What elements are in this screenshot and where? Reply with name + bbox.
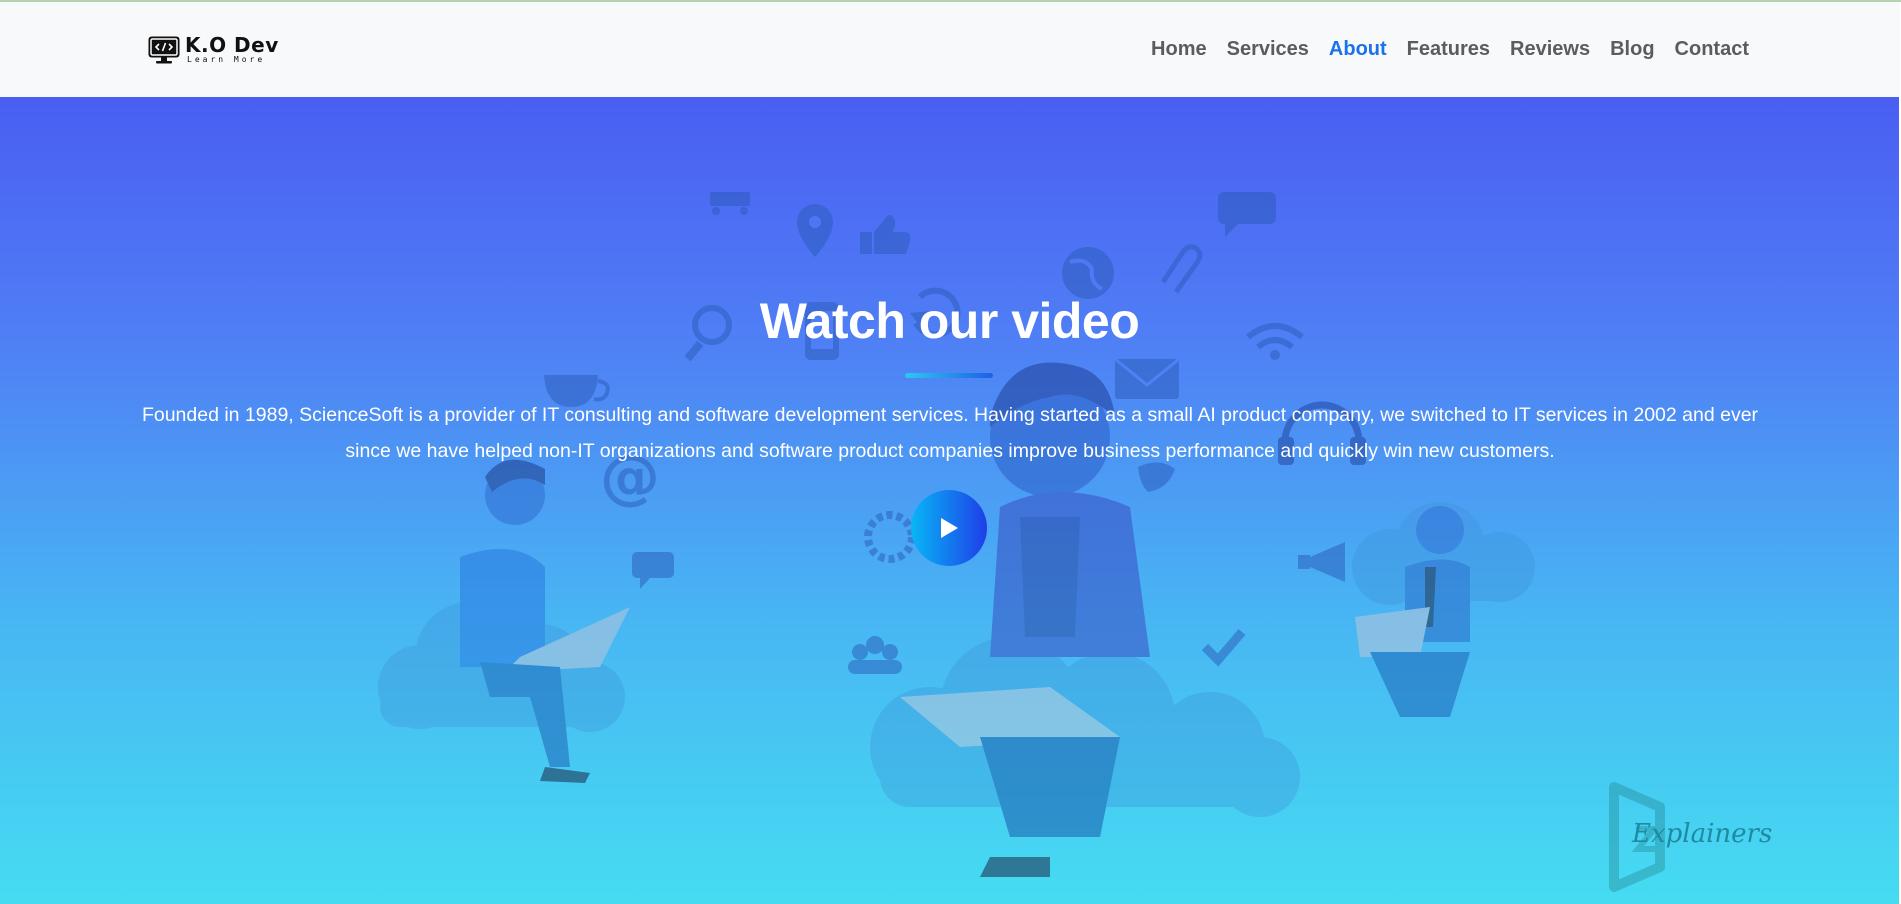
section-title: Watch our video	[759, 293, 1140, 349]
brand-tagline: Learn More	[187, 55, 266, 64]
hero-content: Watch our video Founded in 1989, Science…	[0, 97, 1899, 904]
nav-about[interactable]: About	[1329, 38, 1387, 61]
brand-text: K.O Dev Learn More	[185, 35, 279, 64]
section-description: Founded in 1989, ScienceSoft is a provid…	[141, 404, 1759, 462]
site-header: K.O Dev Learn More Home Services About F…	[0, 2, 1900, 97]
brand-name: K.O Dev	[185, 33, 279, 57]
nav-contact[interactable]: Contact	[1675, 38, 1749, 61]
nav-blog[interactable]: Blog	[1610, 38, 1654, 61]
nav-reviews[interactable]: Reviews	[1510, 38, 1590, 61]
brand-logo[interactable]: K.O Dev Learn More	[147, 35, 279, 65]
code-monitor-icon	[147, 35, 181, 65]
main-nav: Home Services About Features Reviews Blo…	[1151, 2, 1749, 97]
top-border	[0, 0, 1901, 2]
title-underline	[905, 373, 993, 378]
play-video-button[interactable]	[911, 490, 987, 566]
nav-features[interactable]: Features	[1407, 38, 1490, 61]
nav-services[interactable]: Services	[1227, 38, 1309, 61]
play-icon	[941, 518, 958, 538]
nav-home[interactable]: Home	[1151, 38, 1207, 61]
page: K.O Dev Learn More Home Services About F…	[0, 0, 1901, 904]
video-section: @ Watch our video Founded in 1989, Scien…	[0, 97, 1899, 904]
